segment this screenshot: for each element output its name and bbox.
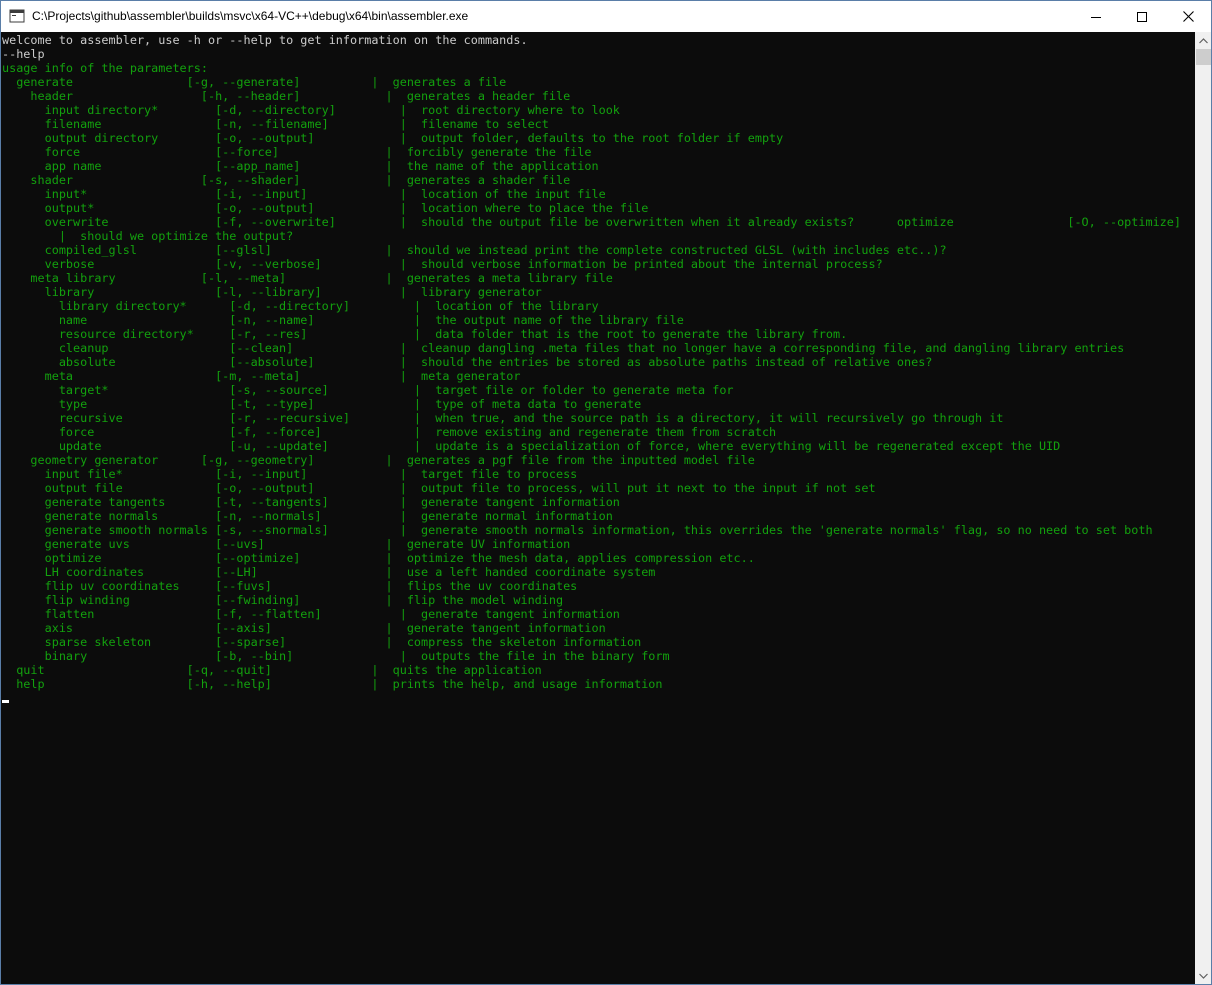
close-button[interactable] xyxy=(1165,1,1211,32)
console-window: C:\Projects\github\assembler\builds\msvc… xyxy=(0,0,1212,985)
console-text: welcome to assembler, use -h or --help t… xyxy=(2,33,1181,691)
text-cursor xyxy=(2,700,9,703)
chevron-down-icon xyxy=(1199,973,1208,979)
console-app-icon[interactable] xyxy=(9,8,25,24)
close-icon xyxy=(1182,11,1194,22)
scroll-up-button[interactable] xyxy=(1195,32,1211,49)
maximize-button[interactable] xyxy=(1119,1,1165,32)
minimize-button[interactable] xyxy=(1073,1,1119,32)
help-output: usage info of the parameters: generate [… xyxy=(2,61,1181,691)
minimize-icon xyxy=(1091,16,1101,18)
title-bar[interactable]: C:\Projects\github\assembler\builds\msvc… xyxy=(1,1,1211,32)
console-output-area[interactable]: welcome to assembler, use -h or --help t… xyxy=(1,32,1195,984)
chevron-up-icon xyxy=(1199,37,1208,43)
vertical-scrollbar[interactable] xyxy=(1195,32,1211,984)
scroll-thumb[interactable] xyxy=(1196,49,1211,65)
window-title: C:\Projects\github\assembler\builds\msvc… xyxy=(32,9,469,23)
command-line: --help xyxy=(2,47,45,61)
scroll-down-button[interactable] xyxy=(1195,967,1211,984)
welcome-line: welcome to assembler, use -h or --help t… xyxy=(2,33,528,47)
maximize-icon xyxy=(1137,11,1147,22)
